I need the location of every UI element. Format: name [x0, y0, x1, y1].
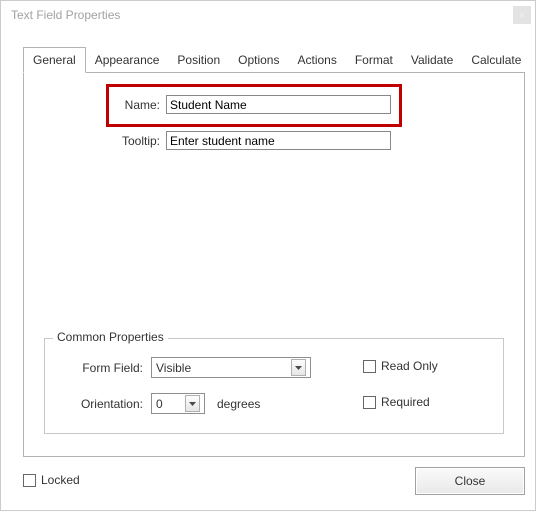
common-properties-legend: Common Properties: [53, 330, 168, 344]
tooltip-input[interactable]: [166, 131, 391, 150]
locked-checkbox[interactable]: Locked: [23, 473, 80, 487]
common-properties-group: Common Properties Form Field: Visible Re…: [44, 338, 504, 434]
tab-position[interactable]: Position: [168, 49, 229, 73]
close-button-label: Close: [455, 474, 486, 488]
orientation-select[interactable]: 0: [151, 393, 205, 414]
tab-panel: Name: Tooltip: Common Properties Form Fi…: [23, 73, 525, 457]
chevron-down-icon: [185, 395, 200, 412]
form-field-select[interactable]: Visible: [151, 357, 311, 378]
orientation-label: Orientation:: [65, 397, 151, 411]
tab-actions[interactable]: Actions: [288, 49, 345, 73]
checkbox-box-icon: [363, 396, 376, 409]
close-button[interactable]: Close: [415, 467, 525, 495]
tab-appearance[interactable]: Appearance: [86, 49, 169, 73]
chevron-down-icon: [291, 359, 306, 376]
name-input[interactable]: [166, 95, 391, 114]
form-field-row: Form Field: Visible: [65, 357, 311, 378]
read-only-checkbox[interactable]: Read Only: [363, 359, 438, 373]
required-label: Required: [381, 395, 430, 409]
titlebar: Text Field Properties ×: [1, 1, 535, 29]
checkbox-box-icon: [23, 474, 36, 487]
checkbox-box-icon: [363, 360, 376, 373]
tab-validate[interactable]: Validate: [402, 49, 462, 73]
tooltip-label: Tooltip:: [84, 134, 166, 148]
orientation-row: Orientation: 0 degrees: [65, 393, 260, 414]
read-only-label: Read Only: [381, 359, 438, 373]
tab-format[interactable]: Format: [346, 49, 402, 73]
name-row: Name:: [84, 95, 391, 114]
close-icon[interactable]: ×: [513, 6, 531, 24]
form-field-value: Visible: [156, 361, 191, 375]
orientation-value: 0: [156, 397, 163, 411]
tab-general[interactable]: General: [23, 47, 86, 73]
tab-strip: General Appearance Position Options Acti…: [23, 49, 525, 73]
tooltip-row: Tooltip:: [84, 131, 391, 150]
form-field-label: Form Field:: [65, 361, 151, 375]
required-checkbox[interactable]: Required: [363, 395, 430, 409]
orientation-suffix: degrees: [205, 397, 260, 411]
tab-options[interactable]: Options: [229, 49, 288, 73]
dialog-footer: Locked Close: [23, 467, 525, 497]
text-field-properties-dialog: Text Field Properties × General Appearan…: [0, 0, 536, 511]
tab-calculate[interactable]: Calculate: [462, 49, 530, 73]
name-label: Name:: [84, 98, 166, 112]
window-title: Text Field Properties: [11, 8, 120, 22]
locked-label: Locked: [41, 473, 80, 487]
